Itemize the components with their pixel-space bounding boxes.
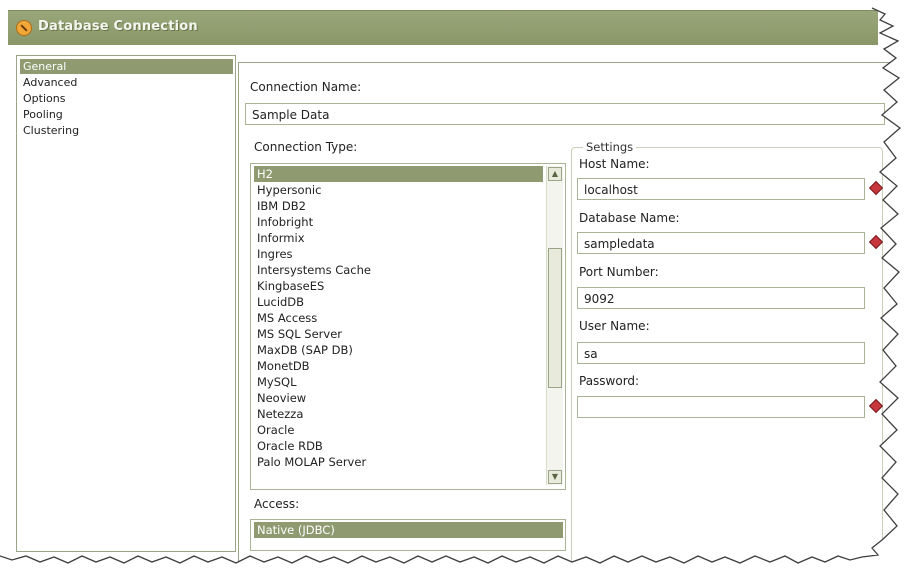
list-item[interactable]: Native (JDBC) [254, 522, 563, 538]
port-number-label: Port Number: [579, 265, 659, 279]
settings-legend: Settings [583, 140, 637, 154]
sidebar-nav: General Advanced Options Pooling Cluster… [16, 55, 236, 552]
list-item[interactable]: LucidDB [254, 294, 543, 310]
list-item[interactable]: MaxDB (SAP DB) [254, 342, 543, 358]
list-item[interactable]: Infobright [254, 214, 543, 230]
list-item[interactable]: MonetDB [254, 358, 543, 374]
list-item[interactable]: Oracle RDB [254, 438, 543, 454]
connection-type-list[interactable]: H2 Hypersonic IBM DB2 Infobright Informi… [250, 163, 566, 490]
user-name-input[interactable]: sa [577, 342, 865, 364]
sidebar-item-general[interactable]: General [20, 59, 233, 74]
scroll-down-icon[interactable]: ▼ [548, 470, 562, 484]
sidebar-item-clustering[interactable]: Clustering [20, 123, 233, 138]
sidebar-item-advanced[interactable]: Advanced [20, 75, 233, 90]
window-title: Database Connection [38, 19, 198, 34]
list-item[interactable]: Informix [254, 230, 543, 246]
connection-name-input[interactable]: Sample Data [245, 103, 885, 125]
access-label: Access: [254, 497, 300, 511]
list-item[interactable]: Netezza [254, 406, 543, 422]
database-name-input[interactable]: sampledata [577, 232, 865, 254]
password-input[interactable] [577, 396, 865, 418]
connection-type-scrollbar[interactable]: ▲ ▼ [546, 166, 563, 485]
database-connection-dialog: Database Connection General Advanced Opt… [0, 0, 904, 579]
database-name-label: Database Name: [579, 211, 680, 225]
password-label: Password: [579, 374, 640, 388]
list-item[interactable]: MS Access [254, 310, 543, 326]
list-item[interactable]: H2 [254, 166, 543, 182]
list-item[interactable]: KingbaseES [254, 278, 543, 294]
list-item[interactable]: MySQL [254, 374, 543, 390]
app-logo-icon [16, 20, 32, 36]
host-name-input[interactable]: localhost [577, 178, 865, 200]
sidebar-item-options[interactable]: Options [20, 91, 233, 106]
scroll-up-icon[interactable]: ▲ [548, 167, 562, 181]
list-item[interactable]: Hypersonic [254, 182, 543, 198]
list-item[interactable]: Ingres [254, 246, 543, 262]
list-item[interactable]: MS SQL Server [254, 326, 543, 342]
sidebar-item-pooling[interactable]: Pooling [20, 107, 233, 122]
user-name-label: User Name: [579, 319, 650, 333]
port-number-input[interactable]: 9092 [577, 287, 865, 309]
connection-type-label: Connection Type: [254, 140, 358, 154]
access-list[interactable]: Native (JDBC) [250, 519, 566, 551]
host-name-label: Host Name: [579, 157, 650, 171]
title-bar[interactable]: Database Connection [8, 10, 878, 45]
list-item[interactable]: Neoview [254, 390, 543, 406]
scrollbar-thumb[interactable] [548, 248, 562, 388]
list-item[interactable]: Palo MOLAP Server [254, 454, 543, 470]
list-item[interactable]: IBM DB2 [254, 198, 543, 214]
list-item[interactable]: Intersystems Cache [254, 262, 543, 278]
connection-name-label: Connection Name: [250, 80, 362, 94]
list-item[interactable]: Oracle [254, 422, 543, 438]
